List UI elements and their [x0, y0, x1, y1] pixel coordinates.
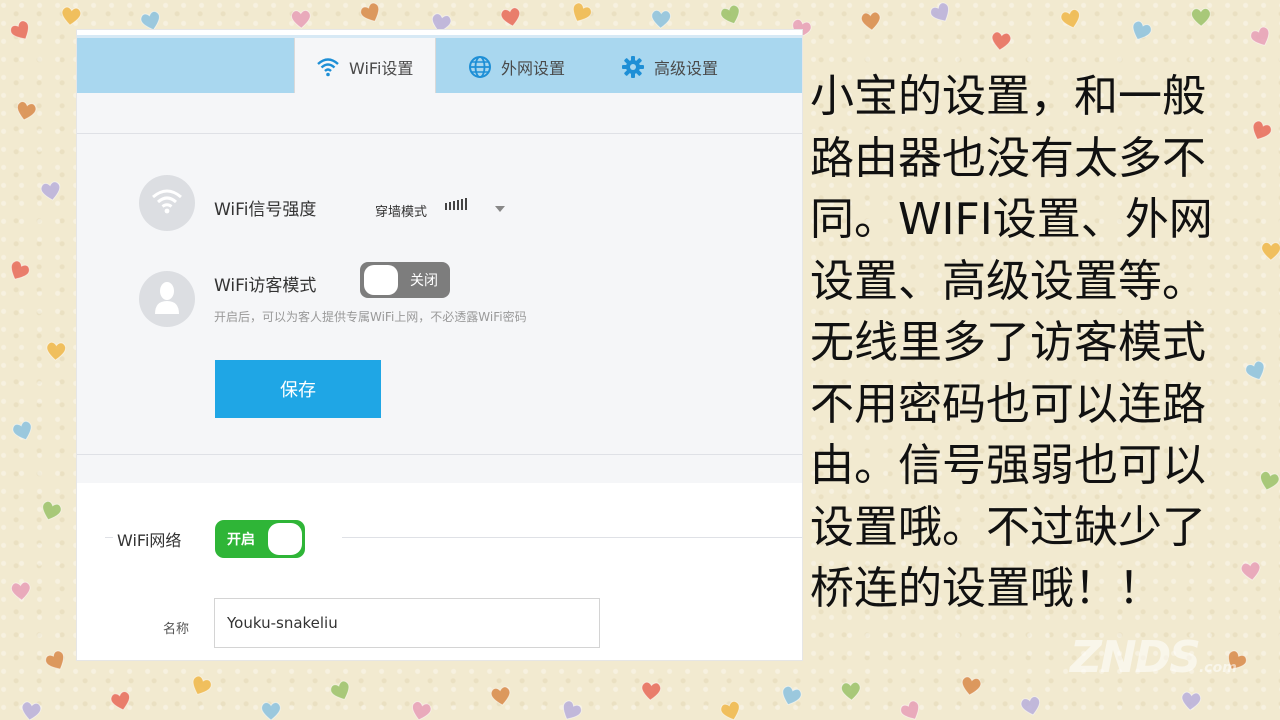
caption-line: 小宝的设置，和一般: [810, 71, 1206, 122]
heart-decoration: [900, 700, 920, 720]
heart-decoration: [21, 701, 42, 720]
heart-decoration: [1020, 696, 1041, 716]
heart-decoration: [991, 31, 1012, 51]
guest-mode-label: WiFi访客模式: [214, 276, 317, 296]
gear-icon: [620, 54, 646, 80]
router-settings-panel: WiFi设置 外网设置 高级设置 WiFi信号强度 穿墙模式 WiFi访客模式 …: [77, 30, 802, 660]
heart-decoration: [16, 101, 37, 121]
caption-line: 设置哦。不过缺少了: [810, 501, 1206, 553]
heart-decoration: [10, 581, 31, 601]
tab-label: WiFi设置: [349, 59, 414, 78]
guest-mode-hint: 开启后，可以为客人提供专属WiFi上网，不必透露WiFi密码: [214, 310, 527, 324]
tab-label: 外网设置: [501, 59, 566, 78]
caption-line: 同。WIFI设置、外网: [810, 194, 1213, 245]
heart-decoration: [930, 2, 949, 22]
watermark-logo: ZNDS.com: [1070, 632, 1237, 683]
tab-wifi-settings[interactable]: WiFi设置: [294, 38, 436, 96]
heart-decoration: [40, 181, 61, 201]
wifi-icon: [151, 188, 183, 218]
heart-decoration: [110, 691, 131, 711]
divider: [77, 133, 802, 134]
heart-decoration: [572, 2, 592, 22]
heart-decoration: [641, 681, 662, 701]
heart-decoration: [720, 700, 740, 720]
heart-decoration: [500, 7, 521, 27]
heart-decoration: [961, 676, 982, 696]
heart-decoration: [261, 702, 281, 720]
heart-decoration: [291, 9, 311, 29]
caption-line: 不用密码也可以连路: [810, 378, 1206, 430]
save-button[interactable]: 保存: [215, 360, 381, 418]
caption-text: 小宝的设置，和一般 路由器也没有太多不 同。WIFI设置、外网 设置、高级设置等…: [810, 66, 1270, 620]
tab-advanced-settings[interactable]: 高级设置: [600, 38, 740, 96]
guest-icon-badge: [139, 271, 195, 327]
heart-decoration: [411, 701, 432, 720]
heart-decoration: [12, 420, 32, 441]
divider: [77, 454, 802, 455]
signal-icon-badge: [139, 175, 195, 231]
caption-line: 无线里多了访客模式: [810, 317, 1206, 368]
heart-decoration: [10, 20, 29, 40]
heart-decoration: [840, 681, 861, 701]
heart-decoration: [782, 685, 802, 706]
wifi-name-input[interactable]: Youku-snakeliu: [214, 598, 600, 648]
heart-decoration: [860, 11, 881, 31]
heart-decoration: [720, 4, 740, 25]
tab-bar: WiFi设置 外网设置 高级设置: [77, 35, 802, 96]
heart-decoration: [490, 686, 511, 706]
wifi-icon: [315, 54, 341, 80]
toggle-knob: [364, 265, 398, 295]
watermark-suffix: .com: [1198, 660, 1237, 676]
signal-mode-select[interactable]: 穿墙模式: [375, 201, 427, 220]
signal-bars-icon: [445, 198, 467, 210]
wifi-network-toggle[interactable]: 开启: [215, 520, 305, 558]
toggle-knob: [268, 523, 302, 555]
heart-decoration: [1181, 691, 1202, 711]
heart-decoration: [1250, 26, 1270, 46]
toggle-text: 开启: [227, 532, 255, 548]
heart-decoration: [45, 650, 65, 670]
heart-decoration: [1191, 7, 1211, 27]
heart-decoration: [1060, 9, 1080, 29]
wifi-name-label: 名称: [163, 622, 190, 637]
heart-decoration: [562, 700, 582, 720]
chevron-down-icon[interactable]: [495, 206, 505, 212]
caption-line: 桥连的设置哦！！: [810, 563, 1162, 614]
divider: [105, 537, 113, 538]
wifi-settings-section: WiFi信号强度 穿墙模式 WiFi访客模式 关闭 开启后，可以为客人提供专属W…: [77, 93, 802, 483]
toggle-text: 关闭: [410, 273, 438, 289]
heart-decoration: [651, 9, 672, 29]
user-icon: [153, 280, 181, 318]
caption-line: 由。信号强弱也可以: [810, 440, 1206, 491]
caption-line: 设置、高级设置等。: [810, 255, 1206, 307]
wifi-network-label: WiFi网络: [117, 531, 182, 550]
divider: [342, 537, 802, 538]
heart-decoration: [360, 2, 380, 22]
watermark-text: ZNDS: [1070, 632, 1201, 683]
heart-decoration: [46, 341, 67, 361]
heart-decoration: [1132, 20, 1152, 41]
heart-decoration: [192, 675, 212, 695]
guest-mode-toggle[interactable]: 关闭: [360, 262, 450, 298]
tab-label: 高级设置: [654, 59, 719, 78]
tab-wan-settings[interactable]: 外网设置: [447, 38, 587, 96]
heart-decoration: [10, 260, 30, 280]
globe-icon: [467, 54, 493, 80]
caption-line: 路由器也没有太多不: [810, 132, 1206, 184]
heart-decoration: [330, 680, 350, 700]
signal-strength-label: WiFi信号强度: [214, 200, 317, 220]
heart-decoration: [42, 500, 62, 521]
heart-decoration: [61, 6, 82, 26]
